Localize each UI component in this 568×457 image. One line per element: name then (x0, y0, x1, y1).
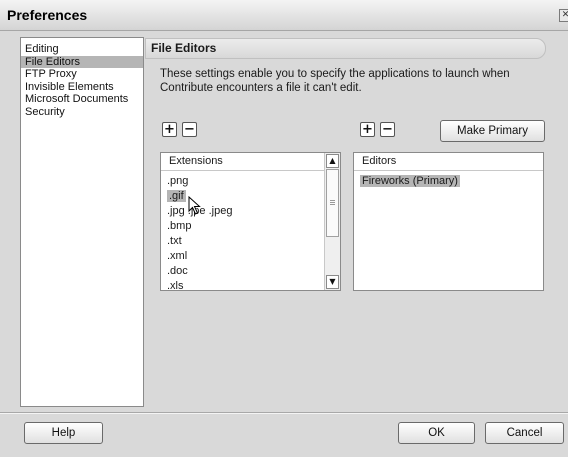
list-item[interactable]: Fireworks (Primary) (354, 174, 543, 189)
list-item[interactable]: .xls (161, 279, 340, 290)
sidebar-item-microsoft-documents[interactable]: Microsoft Documents (21, 93, 143, 106)
category-list[interactable]: Editing File Editors FTP Proxy Invisible… (20, 37, 144, 407)
list-item[interactable]: .xml (161, 249, 340, 264)
mouse-pointer-icon (188, 196, 201, 215)
description-text: These settings enable you to specify the… (160, 67, 550, 95)
sidebar-item-editing[interactable]: Editing (21, 43, 143, 56)
extensions-column-header[interactable]: Extensions (161, 153, 324, 171)
cancel-button[interactable]: Cancel (485, 422, 564, 444)
list-item[interactable]: .txt (161, 234, 340, 249)
editors-column-header[interactable]: Editors (354, 153, 543, 171)
minus-icon: − (184, 122, 195, 137)
plus-icon: + (164, 122, 175, 137)
extensions-list[interactable]: Extensions .png .gif .jpg .jpe .jpeg .bm… (160, 152, 341, 291)
minus-icon: − (382, 122, 393, 137)
section-title: File Editors (151, 41, 217, 55)
description-line-2: Contribute encounters a file it can't ed… (160, 82, 362, 94)
plus-icon: + (362, 122, 373, 137)
remove-extension-button[interactable]: − (182, 122, 197, 137)
make-primary-button[interactable]: Make Primary (440, 120, 545, 142)
scroll-up-icon[interactable]: ▲ (326, 154, 339, 168)
extensions-scrollbar[interactable]: ▲ ▼ (324, 153, 340, 290)
sidebar-item-invisible-elements[interactable]: Invisible Elements (21, 81, 143, 94)
help-button[interactable]: Help (24, 422, 103, 444)
add-extension-button[interactable]: + (162, 122, 177, 137)
title-bar: Preferences ✕ (0, 0, 568, 31)
section-header: File Editors (145, 38, 546, 59)
add-editor-button[interactable]: + (360, 122, 375, 137)
scroll-down-icon[interactable]: ▼ (326, 275, 339, 289)
description-line-1: These settings enable you to specify the… (160, 68, 510, 80)
scroll-thumb[interactable] (326, 169, 339, 237)
remove-editor-button[interactable]: − (380, 122, 395, 137)
extensions-list-body: .png .gif .jpg .jpe .jpeg .bmp .txt .xml… (161, 171, 340, 290)
list-item[interactable]: .doc (161, 264, 340, 279)
sidebar-item-ftp-proxy[interactable]: FTP Proxy (21, 68, 143, 81)
window-title: Preferences (7, 7, 88, 23)
list-item[interactable]: .png (161, 174, 340, 189)
close-icon[interactable]: ✕ (559, 9, 568, 22)
footer-divider (0, 412, 568, 414)
sidebar-item-security[interactable]: Security (21, 106, 143, 119)
ok-button[interactable]: OK (398, 422, 475, 444)
editors-list-body: Fireworks (Primary) (354, 171, 543, 189)
list-item[interactable]: .bmp (161, 219, 340, 234)
editors-list[interactable]: Editors Fireworks (Primary) (353, 152, 544, 291)
sidebar-item-file-editors[interactable]: File Editors (21, 55, 143, 68)
